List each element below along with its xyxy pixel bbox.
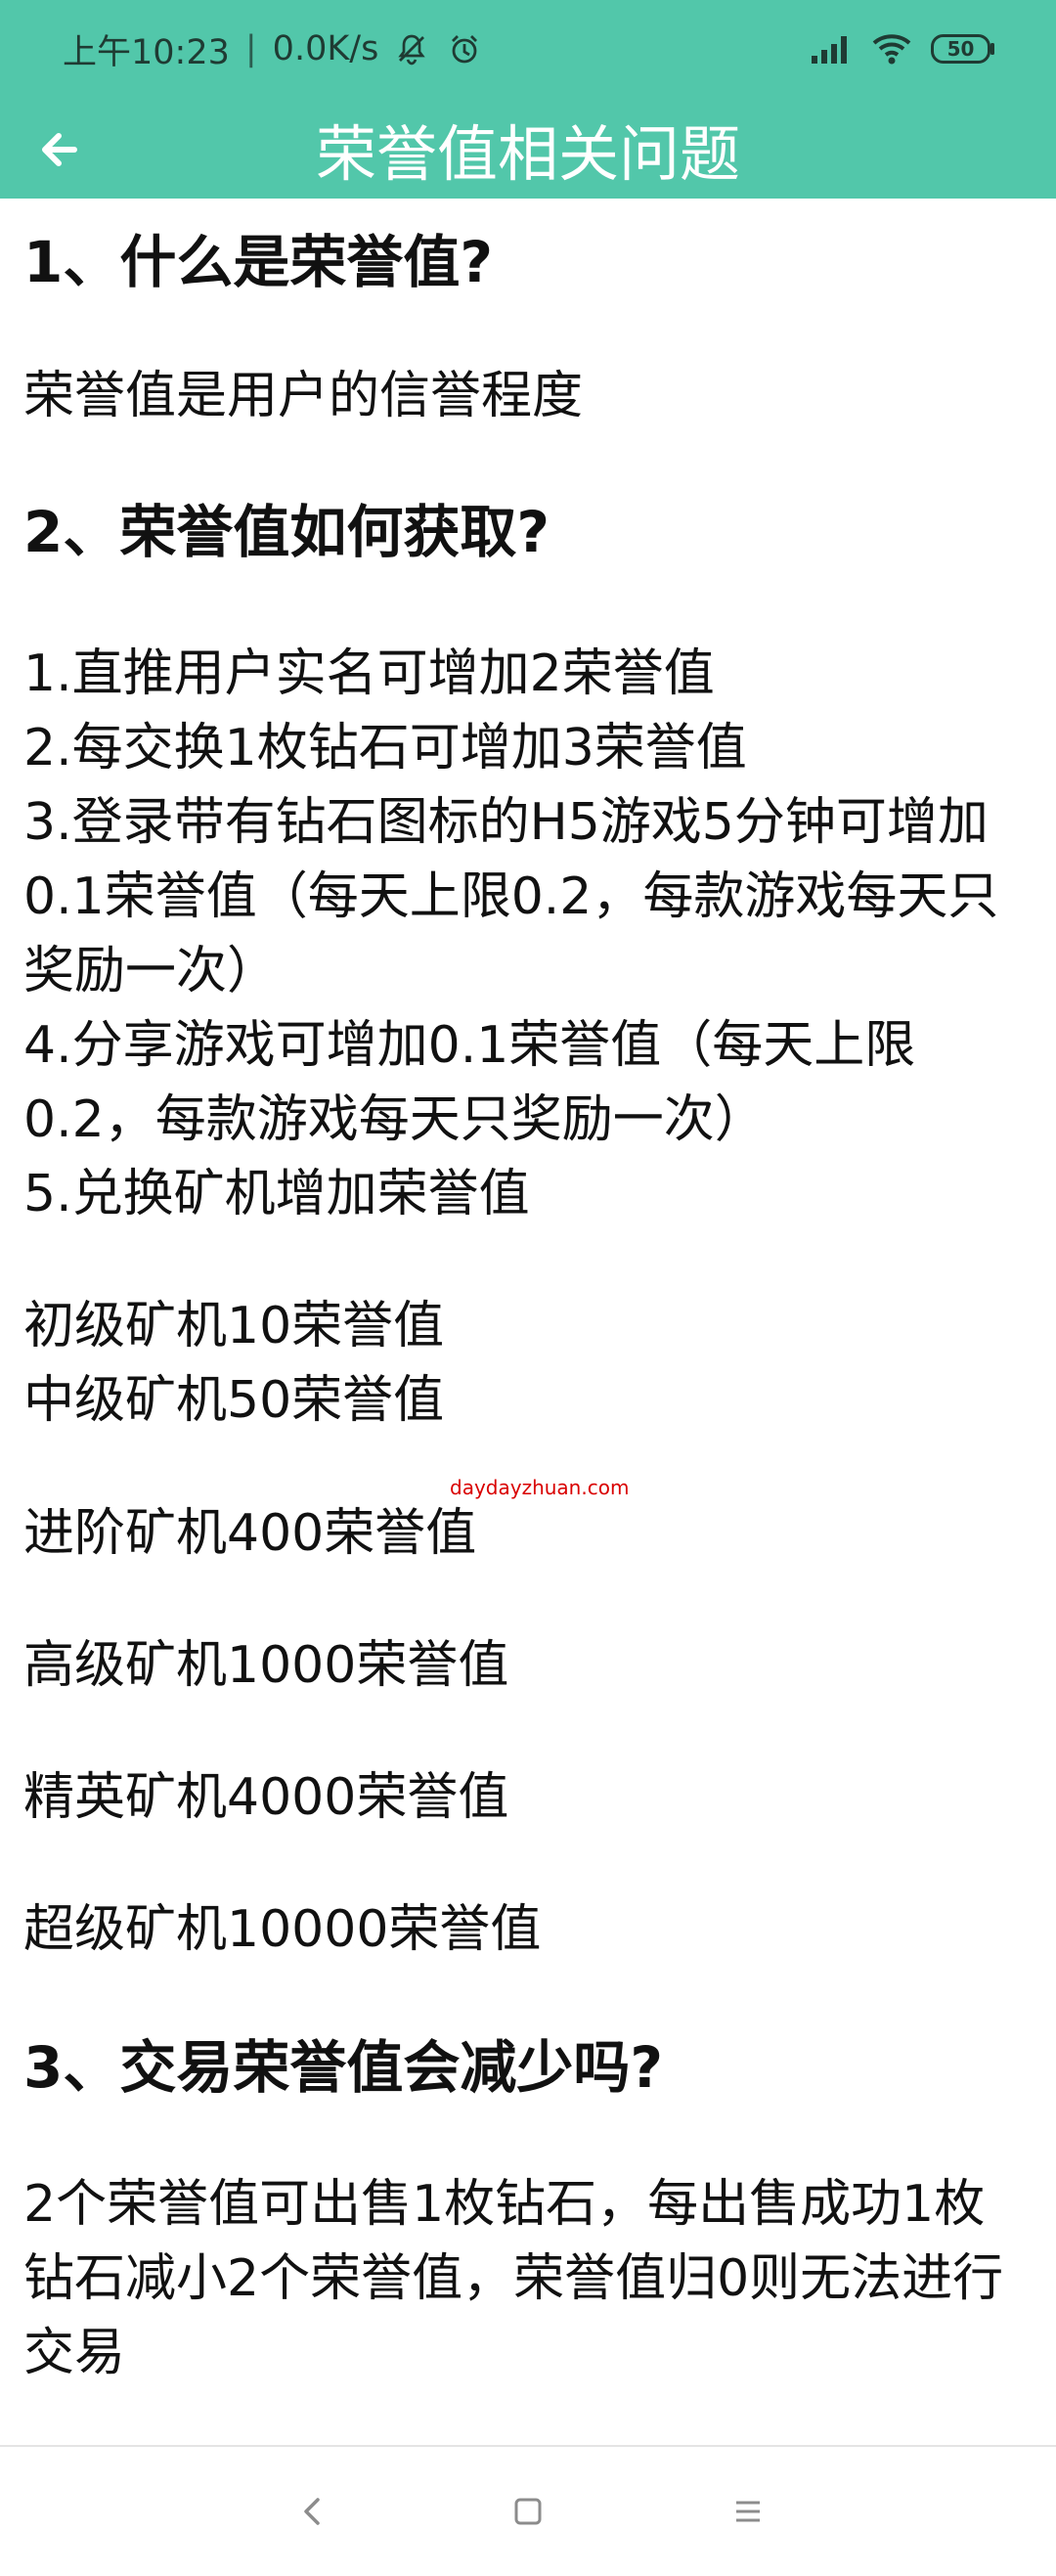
status-separator: | xyxy=(244,29,257,68)
method-4: 4.分享游戏可增加0.1荣誉值（每天上限0.2，每款游戏每天只奖励一次） xyxy=(23,1016,916,1149)
miner-6: 超级矿机10000荣誉值 xyxy=(23,1900,542,1959)
top-header: 上午10:23 | 0.0K/s 50 荣誉值相关问题 xyxy=(0,0,1056,199)
network-speed: 0.0K/s xyxy=(272,29,379,68)
method-1: 1.直推用户实名可增加2荣誉值 xyxy=(23,644,715,703)
nav-back-button[interactable] xyxy=(284,2482,342,2541)
status-right: 50 xyxy=(810,25,995,72)
back-arrow-icon xyxy=(42,133,77,166)
nav-menu-icon xyxy=(736,2501,760,2522)
wifi-icon xyxy=(870,31,913,67)
back-button[interactable] xyxy=(31,119,92,180)
method-3: 3.登录带有钻石图标的H5游戏5分钟可增加0.1荣誉值（每天上限0.2，每款游戏… xyxy=(23,793,999,1000)
status-left: 上午10:23 | 0.0K/s xyxy=(63,25,484,72)
miner-3: 进阶矿机400荣誉值 xyxy=(23,1504,477,1563)
system-navigation-bar xyxy=(0,2447,1056,2576)
method-2: 2.每交换1枚钻石可增加3荣誉值 xyxy=(23,719,747,777)
nav-home-button[interactable] xyxy=(499,2482,557,2541)
miner-5: 精英矿机4000荣誉值 xyxy=(23,1768,509,1827)
faq-content: 1、什么是荣誉值? 荣誉值是用户的信誉程度 2、荣誉值如何获取? 1.直推用户实… xyxy=(0,199,1056,2448)
question-3: 3、交易荣誉值会减少吗? xyxy=(23,2034,664,2101)
battery-level: 50 xyxy=(946,37,975,61)
nav-back-icon xyxy=(304,2498,320,2525)
miner-2: 中级矿机50荣誉值 xyxy=(23,1371,445,1430)
signal-icon xyxy=(810,32,853,66)
battery-icon: 50 xyxy=(931,34,995,64)
nav-home-icon xyxy=(514,2498,542,2525)
status-time: 上午10:23 xyxy=(63,32,230,72)
nav-menu-button[interactable] xyxy=(719,2482,777,2541)
status-bar: 上午10:23 | 0.0K/s 50 xyxy=(0,0,1056,98)
answer-1: 荣誉值是用户的信誉程度 xyxy=(23,367,584,425)
answer-3: 2个荣誉值可出售1枚钻石，每出售成功1枚钻石减小2个荣誉值，荣誉值归0则无法进行… xyxy=(23,2175,1004,2382)
miner-1: 初级矿机10荣誉值 xyxy=(23,1297,445,1355)
page-title: 荣誉值相关问题 xyxy=(315,117,740,190)
question-1: 1、什么是荣誉值? xyxy=(23,229,494,295)
miner-4: 高级矿机1000荣誉值 xyxy=(23,1636,509,1695)
alarm-icon xyxy=(445,29,484,68)
app-bar: 荣誉值相关问题 xyxy=(0,98,1056,199)
method-5: 5.兑换矿机增加荣誉值 xyxy=(23,1165,530,1223)
question-2: 2、荣誉值如何获取? xyxy=(23,499,550,565)
mute-bell-icon xyxy=(392,29,431,68)
